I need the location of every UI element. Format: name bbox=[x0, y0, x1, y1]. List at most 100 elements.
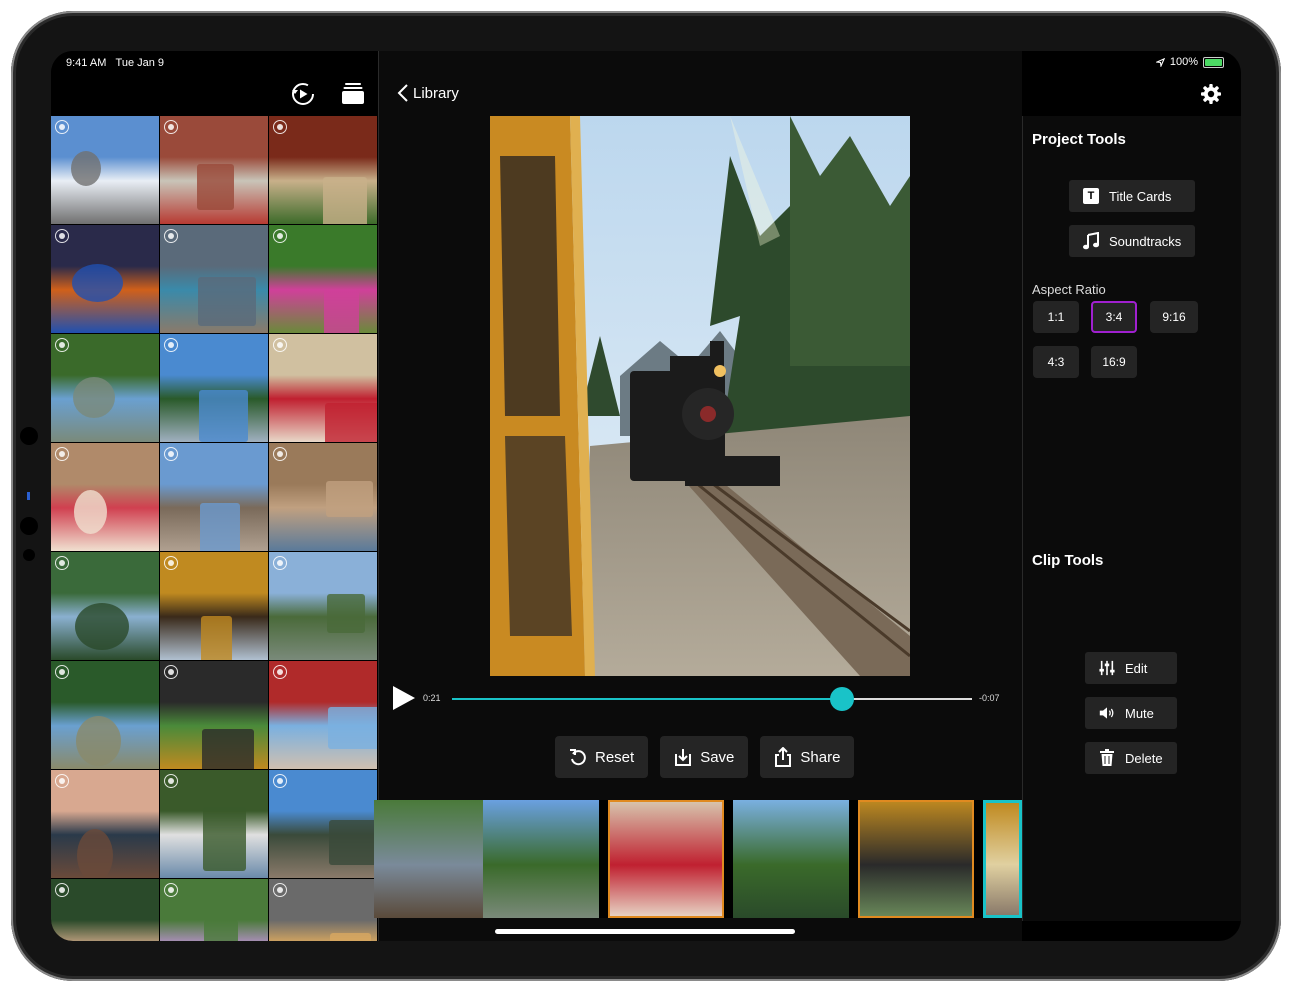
gear-icon[interactable] bbox=[1201, 84, 1221, 104]
camera-dot bbox=[23, 549, 35, 561]
library-toolbar bbox=[290, 81, 364, 112]
replay-icon[interactable] bbox=[290, 81, 316, 112]
photo-content bbox=[75, 603, 129, 650]
photo-thumbnail[interactable] bbox=[269, 443, 377, 551]
live-photo-icon bbox=[55, 883, 69, 897]
soundtracks-button[interactable]: Soundtracks bbox=[1069, 225, 1195, 257]
photo-thumbnail[interactable] bbox=[269, 552, 377, 660]
photo-thumbnail[interactable] bbox=[51, 443, 159, 551]
photo-thumbnail[interactable] bbox=[51, 334, 159, 442]
photo-thumbnail[interactable] bbox=[269, 770, 377, 878]
timeline-clip[interactable] bbox=[733, 800, 849, 918]
home-indicator[interactable] bbox=[495, 929, 795, 934]
battery-percent: 100% bbox=[1169, 56, 1198, 68]
scrubber-track[interactable] bbox=[452, 698, 972, 700]
timeline-clip[interactable] bbox=[858, 800, 974, 918]
back-label: Library bbox=[413, 84, 459, 102]
mute-button[interactable]: Mute bbox=[1085, 697, 1177, 729]
live-photo-icon bbox=[273, 883, 287, 897]
photo-grid bbox=[51, 116, 378, 941]
photo-content bbox=[327, 594, 365, 633]
save-button[interactable]: Save bbox=[660, 736, 749, 778]
photo-content bbox=[72, 264, 123, 302]
train-scene bbox=[490, 116, 910, 676]
photo-thumbnail[interactable] bbox=[51, 116, 159, 224]
title-cards-button[interactable]: T Title Cards bbox=[1069, 180, 1195, 212]
project-tools-title: Project Tools bbox=[1032, 131, 1126, 148]
status-time: 9:41 AM Tue Jan 9 bbox=[66, 57, 164, 69]
photo-content bbox=[199, 390, 248, 442]
reset-button[interactable]: Reset bbox=[555, 736, 649, 778]
aspect-ratio-button[interactable]: 9:16 bbox=[1150, 301, 1198, 333]
video-preview[interactable] bbox=[490, 116, 910, 676]
photo-content bbox=[204, 920, 238, 941]
photo-thumbnail[interactable] bbox=[51, 661, 159, 769]
aspect-ratio-button[interactable]: 1:1 bbox=[1033, 301, 1079, 333]
aspect-ratio-button[interactable]: 4:3 bbox=[1033, 346, 1079, 378]
timeline-strip[interactable] bbox=[374, 800, 1022, 918]
photo-thumbnail[interactable] bbox=[160, 879, 268, 941]
mute-label: Mute bbox=[1125, 705, 1154, 721]
status-right: 100% bbox=[1155, 56, 1224, 68]
scrubber-knob[interactable] bbox=[830, 687, 854, 711]
status-clock: 9:41 AM bbox=[66, 57, 107, 69]
live-photo-icon bbox=[55, 556, 69, 570]
photo-thumbnail[interactable] bbox=[51, 770, 159, 878]
live-photo-icon bbox=[164, 447, 178, 461]
scrubber-fill bbox=[452, 698, 842, 700]
edit-label: Edit bbox=[1125, 660, 1148, 676]
photo-thumbnail[interactable] bbox=[160, 661, 268, 769]
photo-content bbox=[77, 829, 113, 878]
play-icon[interactable] bbox=[391, 685, 417, 711]
battery-icon bbox=[1203, 56, 1224, 68]
stack-icon[interactable] bbox=[342, 81, 364, 112]
photo-thumbnail[interactable] bbox=[160, 770, 268, 878]
photo-thumbnail[interactable] bbox=[269, 225, 377, 333]
photo-thumbnail[interactable] bbox=[269, 661, 377, 769]
live-photo-icon bbox=[273, 120, 287, 134]
photo-library bbox=[51, 51, 379, 941]
photo-thumbnail[interactable] bbox=[160, 334, 268, 442]
edit-button[interactable]: Edit bbox=[1085, 652, 1177, 684]
live-photo-icon bbox=[164, 774, 178, 788]
photo-thumbnail[interactable] bbox=[51, 225, 159, 333]
chevron-left-icon bbox=[397, 84, 408, 102]
time-elapsed: 0:21 bbox=[423, 693, 441, 703]
timeline-clip[interactable] bbox=[608, 800, 724, 918]
photo-thumbnail[interactable] bbox=[160, 225, 268, 333]
photo-thumbnail[interactable] bbox=[51, 552, 159, 660]
photo-thumbnail[interactable] bbox=[269, 879, 377, 941]
live-photo-icon bbox=[164, 120, 178, 134]
photo-thumbnail[interactable] bbox=[160, 443, 268, 551]
volume-button bbox=[20, 427, 38, 445]
share-button[interactable]: Share bbox=[760, 736, 855, 778]
photo-thumbnail[interactable] bbox=[269, 334, 377, 442]
editor-panel: Library 0:21 -0:07 Reset Save Share bbox=[374, 51, 1022, 941]
photo-thumbnail[interactable] bbox=[269, 116, 377, 224]
timeline-clip[interactable] bbox=[374, 800, 490, 918]
photo-thumbnail[interactable] bbox=[160, 552, 268, 660]
back-button[interactable]: Library bbox=[397, 84, 459, 102]
live-photo-icon bbox=[55, 665, 69, 679]
aspect-ratio-button[interactable]: 3:4 bbox=[1091, 301, 1137, 333]
photo-content bbox=[203, 807, 246, 871]
photo-thumbnail[interactable] bbox=[160, 116, 268, 224]
share-label: Share bbox=[800, 748, 841, 766]
timeline-clip[interactable] bbox=[983, 800, 1022, 918]
timeline-clip[interactable] bbox=[483, 800, 599, 918]
soundtracks-label: Soundtracks bbox=[1109, 233, 1182, 249]
live-photo-icon bbox=[273, 556, 287, 570]
photo-content bbox=[73, 377, 115, 418]
aspect-ratio-button[interactable]: 16:9 bbox=[1091, 346, 1137, 378]
share-icon bbox=[775, 747, 792, 767]
photo-content bbox=[325, 403, 377, 442]
live-photo-icon bbox=[164, 665, 178, 679]
music-note-icon bbox=[1083, 232, 1099, 250]
sliders-icon bbox=[1099, 660, 1115, 676]
save-icon bbox=[675, 749, 692, 766]
status-date: Tue Jan 9 bbox=[115, 57, 165, 69]
time-remaining: -0:07 bbox=[979, 693, 1000, 703]
delete-button[interactable]: Delete bbox=[1085, 742, 1177, 774]
photo-thumbnail[interactable] bbox=[51, 879, 159, 941]
photo-content bbox=[324, 290, 359, 333]
